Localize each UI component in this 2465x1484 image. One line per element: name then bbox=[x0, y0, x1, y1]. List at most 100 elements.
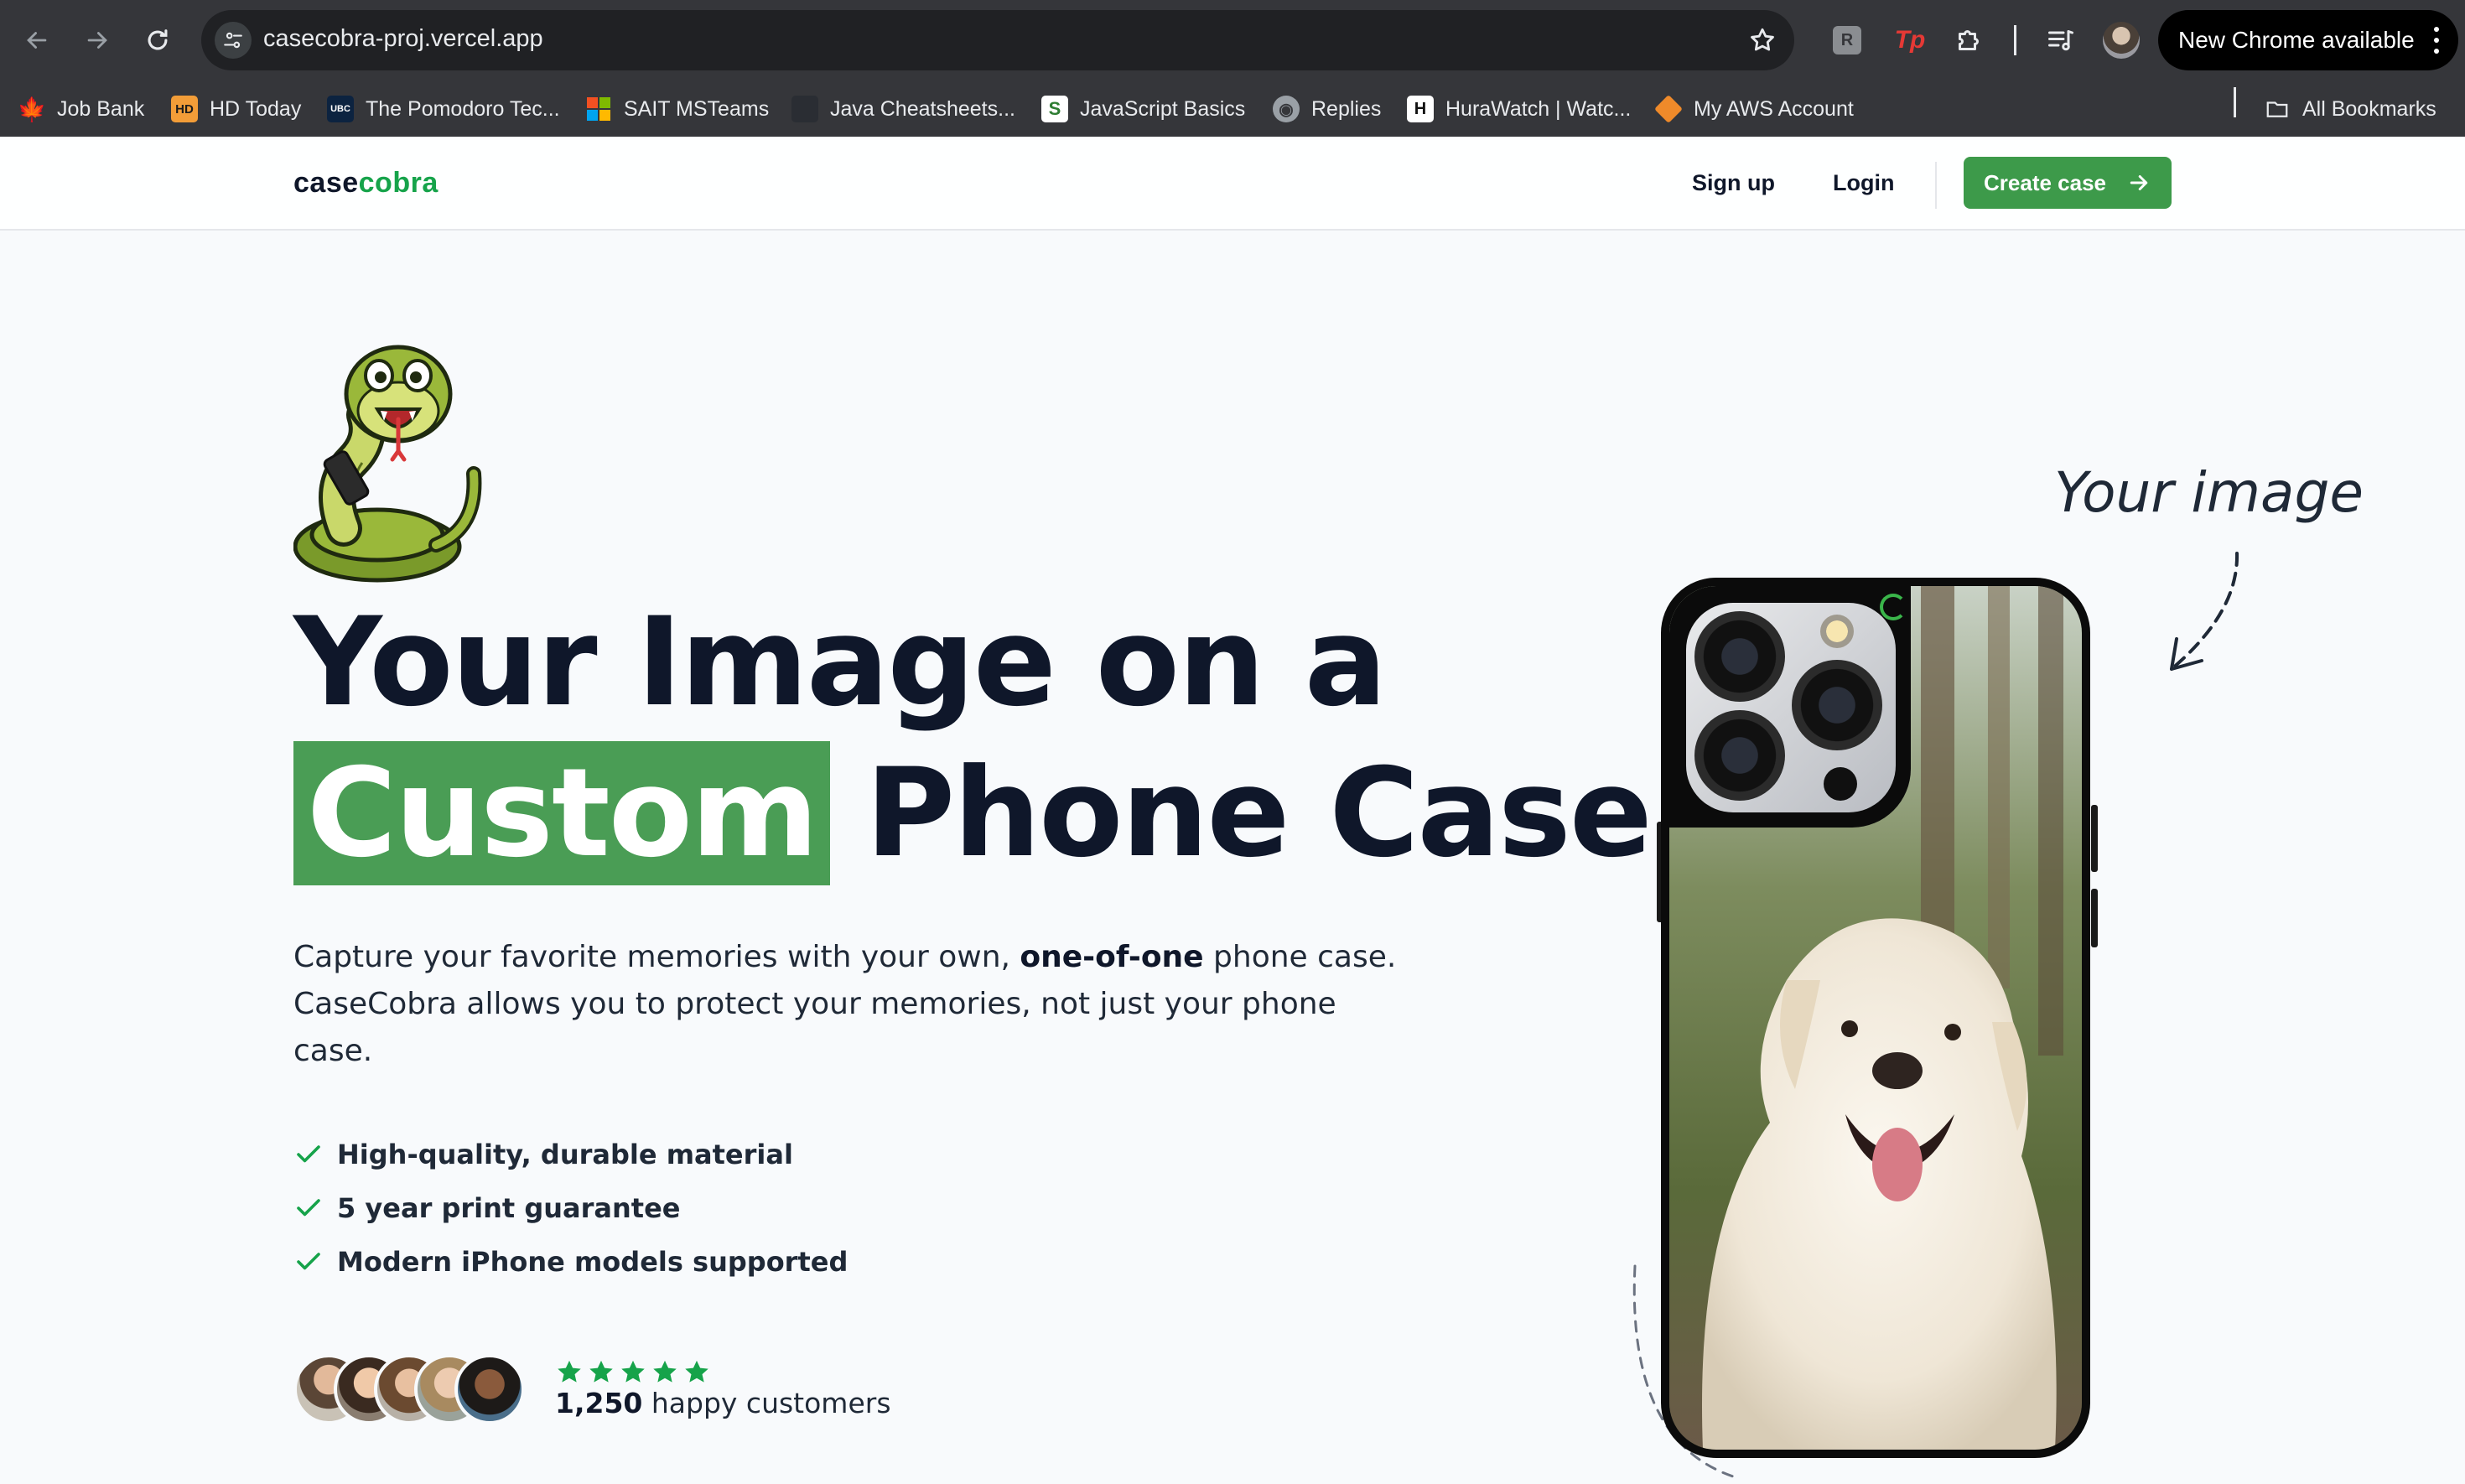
casecobra-logo[interactable]: casecobra bbox=[293, 167, 439, 200]
logo-text-case: case bbox=[293, 167, 359, 199]
phone-side-button bbox=[2091, 889, 2098, 947]
reload-icon bbox=[148, 29, 168, 50]
browser-toolbar: casecobra-proj.vercel.app R Tp New Chrom… bbox=[0, 0, 2465, 80]
customers-count: 1,250 bbox=[555, 1387, 643, 1419]
tune-icon bbox=[224, 32, 242, 49]
star-filled-icon bbox=[685, 1360, 708, 1383]
camera-lens bbox=[1792, 660, 1882, 750]
bookmark-label: My AWS Account bbox=[1694, 96, 1854, 121]
feature-item: Modern iPhone models supported bbox=[293, 1235, 848, 1289]
extensions-button[interactable] bbox=[1950, 22, 1987, 59]
folder-icon bbox=[2264, 96, 2291, 122]
extension-r-button[interactable]: R bbox=[1833, 26, 1861, 54]
forward-button[interactable] bbox=[77, 20, 117, 60]
url-text[interactable]: casecobra-proj.vercel.app bbox=[263, 25, 543, 53]
reload-button[interactable] bbox=[138, 20, 178, 60]
bookmark-job-bank[interactable]: 🍁 Job Bank bbox=[17, 94, 145, 124]
bookmark-hurawatch[interactable]: H HuraWatch | Watc... bbox=[1407, 94, 1631, 124]
hero-headline: Your Image on a Custom Phone Case bbox=[293, 587, 1653, 889]
aws-cube-icon bbox=[1654, 95, 1683, 123]
bookmark-replies[interactable]: ◉ Replies bbox=[1273, 94, 1381, 124]
create-case-label: Create case bbox=[1984, 169, 2106, 195]
feature-label: 5 year print guarantee bbox=[337, 1192, 681, 1224]
bookmark-label: All Bookmarks bbox=[2302, 96, 2436, 121]
extension-r-icon: R bbox=[1840, 30, 1854, 49]
nav-divider bbox=[1935, 162, 1937, 209]
bookmarks-bar: 🍁 Job Bank HD HD Today UBC The Pomodoro … bbox=[0, 80, 2465, 137]
description-bold: one-of-one bbox=[1020, 940, 1204, 974]
globe-icon: ◉ bbox=[1273, 96, 1300, 122]
extension-tp-button[interactable]: Tp bbox=[1892, 22, 1928, 59]
site-navbar: casecobra Sign up Login Create case bbox=[0, 137, 2465, 231]
bookmark-hd-today[interactable]: HD HD Today bbox=[171, 94, 301, 124]
hero-description: Capture your favorite memories with your… bbox=[293, 934, 1400, 1075]
site-info-button[interactable] bbox=[215, 22, 252, 59]
bookmark-star-button[interactable] bbox=[1744, 22, 1781, 59]
arrow-left-icon bbox=[27, 32, 47, 49]
media-control-button[interactable] bbox=[2042, 22, 2079, 59]
description-part-1: Capture your favorite memories with your… bbox=[293, 940, 1020, 974]
ubc-icon: UBC bbox=[327, 96, 354, 122]
star-filled-icon bbox=[558, 1360, 581, 1383]
microsoft-icon bbox=[585, 96, 612, 122]
customer-avatars bbox=[293, 1354, 528, 1428]
bookmark-aws[interactable]: My AWS Account bbox=[1654, 94, 1854, 124]
camera-flash bbox=[1820, 615, 1854, 648]
extension-tp-icon: Tp bbox=[1894, 26, 1926, 54]
feature-item: 5 year print guarantee bbox=[293, 1181, 848, 1235]
puzzle-icon bbox=[1959, 30, 1979, 50]
camera-sensor bbox=[1824, 767, 1857, 801]
star-outline-icon bbox=[1751, 28, 1774, 51]
bookmark-sait-msteams[interactable]: SAIT MSTeams bbox=[585, 94, 769, 124]
login-link[interactable]: Login bbox=[1833, 170, 1894, 196]
signup-link[interactable]: Sign up bbox=[1692, 170, 1775, 196]
star-filled-icon bbox=[621, 1360, 645, 1383]
update-label: New Chrome available bbox=[2178, 27, 2415, 53]
chrome-update-button[interactable]: New Chrome available bbox=[2158, 10, 2458, 70]
camera-cutout bbox=[1669, 586, 1911, 828]
customers-text: 1,250 happy customers bbox=[555, 1387, 891, 1419]
camera-module bbox=[1686, 603, 1896, 812]
bookmark-label: Job Bank bbox=[57, 96, 145, 121]
hurawatch-icon: H bbox=[1407, 96, 1434, 122]
phone-case-preview bbox=[1661, 578, 2090, 1458]
arrow-right-icon bbox=[2130, 175, 2148, 190]
toolbar-divider bbox=[2014, 25, 2016, 55]
bookmark-javascript-basics[interactable]: S JavaScript Basics bbox=[1041, 94, 1245, 124]
phone-side-button bbox=[2091, 805, 2098, 872]
headline-rest: Phone Case bbox=[865, 742, 1653, 885]
check-icon bbox=[297, 1199, 320, 1217]
annotation-text: Your image bbox=[2054, 460, 2364, 525]
feature-list: High-quality, durable material 5 year pr… bbox=[293, 1128, 848, 1289]
star-filled-icon bbox=[653, 1360, 677, 1383]
bookmark-label: Java Cheatsheets... bbox=[830, 96, 1015, 121]
bookmark-label: JavaScript Basics bbox=[1080, 96, 1246, 121]
headline-highlight: Custom bbox=[293, 741, 831, 885]
maple-leaf-icon: 🍁 bbox=[17, 96, 47, 122]
bookmark-label: SAIT MSTeams bbox=[624, 96, 770, 121]
browser-chrome: casecobra-proj.vercel.app R Tp New Chrom… bbox=[0, 0, 2465, 137]
bookmark-java-cheatsheets[interactable]: Java Cheatsheets... bbox=[791, 94, 1015, 124]
all-bookmarks-button[interactable]: All Bookmarks bbox=[2264, 94, 2436, 124]
arrow-right-icon bbox=[87, 32, 107, 49]
check-icon bbox=[297, 1253, 320, 1270]
logo-text-cobra: cobra bbox=[358, 167, 439, 199]
bookmark-pomodoro[interactable]: UBC The Pomodoro Tec... bbox=[327, 94, 560, 124]
address-bar[interactable]: casecobra-proj.vercel.app bbox=[201, 10, 1794, 70]
loading-ring-icon bbox=[1880, 594, 1907, 620]
create-case-button[interactable]: Create case bbox=[1964, 157, 2172, 209]
profile-avatar[interactable] bbox=[2103, 22, 2140, 59]
bookmark-label: Replies bbox=[1311, 96, 1382, 121]
bookmark-label: HD Today bbox=[210, 96, 302, 121]
snake-mascot-image bbox=[293, 345, 482, 583]
headline-line-1: Your Image on a bbox=[293, 591, 1387, 734]
bookmark-label: The Pomodoro Tec... bbox=[366, 96, 560, 121]
bookmark-label: HuraWatch | Watc... bbox=[1445, 96, 1632, 121]
headline-line-2: Custom Phone Case bbox=[293, 738, 1653, 889]
curved-arrow-icon bbox=[2170, 552, 2239, 671]
avatar bbox=[454, 1354, 525, 1424]
customers-label: happy customers bbox=[642, 1387, 891, 1419]
back-button[interactable] bbox=[17, 20, 57, 60]
camera-lens bbox=[1694, 611, 1785, 702]
star-filled-icon bbox=[589, 1360, 613, 1383]
